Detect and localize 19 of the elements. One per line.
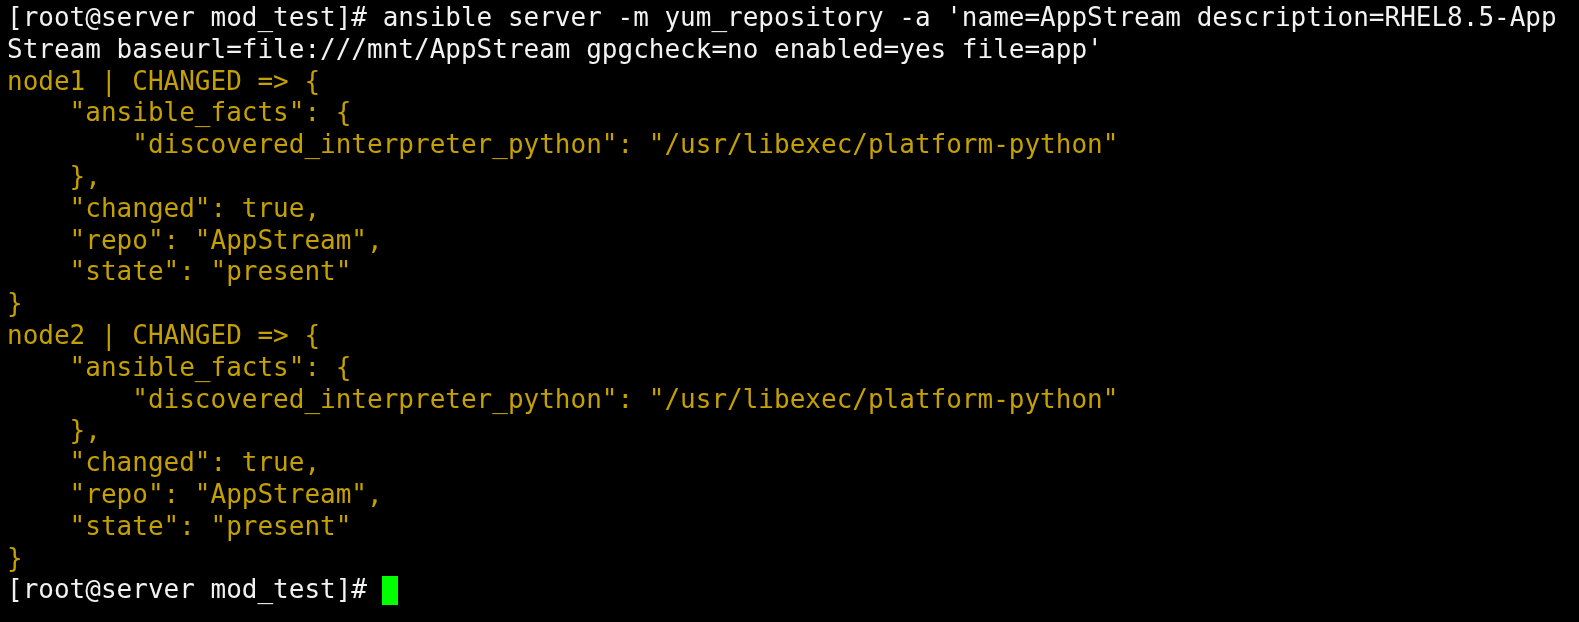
- output-line: "discovered_interpreter_python": "/usr/libexec/platform-python": [131, 383, 1119, 414]
- output-line: "discovered_interpreter_python": "/usr/libexec/platform-python": [131, 129, 1119, 160]
- output-line: "changed": true,: [68, 192, 321, 223]
- output-line: "state": "present": [68, 510, 352, 541]
- output-line: "ansible_facts": {: [68, 351, 352, 382]
- output-line: },: [68, 161, 101, 191]
- output-line: "repo": "AppStream",: [68, 478, 383, 509]
- output-line: "state": "present": [68, 256, 352, 287]
- output-line: }: [7, 288, 23, 319]
- prompt: [root@server mod_test]#: [7, 574, 368, 607]
- output-line: node2 | CHANGED => {: [7, 319, 321, 350]
- output-line: }: [7, 542, 23, 573]
- output-line: "repo": "AppStream",: [68, 224, 383, 255]
- cursor: [382, 575, 399, 605]
- output-line: "ansible_facts": {: [68, 97, 352, 128]
- output-line: "changed": true,: [68, 447, 321, 478]
- output-line: },: [68, 415, 101, 446]
- command-line: [root@server mod_test]# ansible server -m yum_repository -a 'name=AppStream description=RHEL8.5-AppStream baseurl=file:///mnt/AppStream gpgcheck=no enabled=yes file=app': [7, 2, 1557, 64]
- output-line: node1 | CHANGED => {: [7, 65, 321, 96]
